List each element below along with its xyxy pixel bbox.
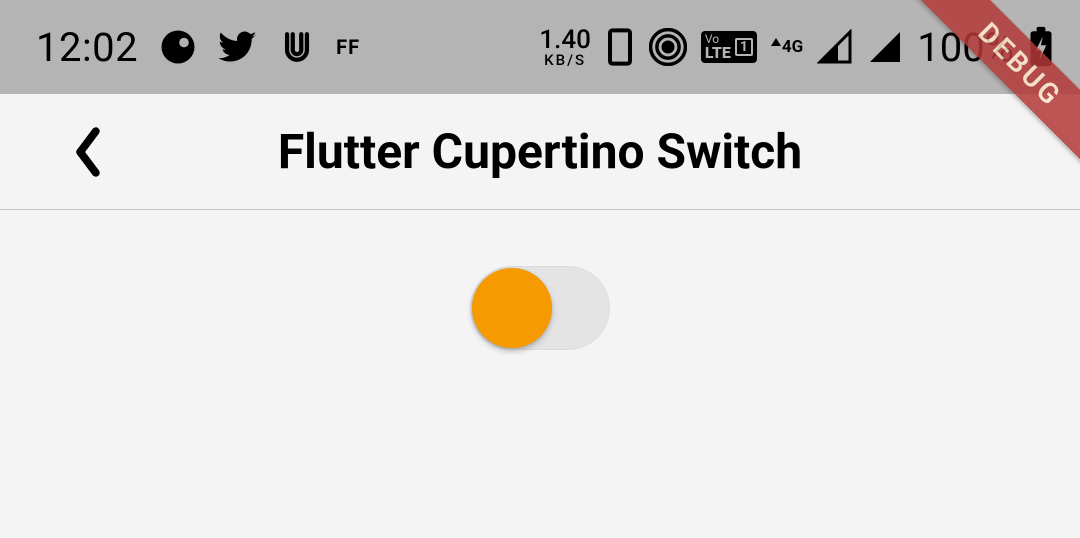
page-title: Flutter Cupertino Switch xyxy=(0,123,1080,180)
back-button[interactable] xyxy=(60,124,116,180)
volte-badge: Vo LTE 1 xyxy=(701,31,757,63)
signal-sim1-icon xyxy=(817,29,853,65)
cupertino-switch[interactable] xyxy=(470,266,610,350)
switch-thumb xyxy=(472,268,552,348)
ff-icon: FF xyxy=(336,35,360,59)
twitter-icon xyxy=(218,27,258,67)
nav-bar: Flutter Cupertino Switch xyxy=(0,94,1080,210)
hotspot-icon xyxy=(649,28,687,66)
chevron-left-icon xyxy=(71,126,105,178)
u-app-icon xyxy=(280,30,314,64)
circle-app-icon xyxy=(160,29,196,65)
network-speed: 1.40 KB/S xyxy=(539,27,591,68)
clock-time: 12:02 xyxy=(36,24,138,71)
content-area xyxy=(0,210,1080,538)
network-type-4g: 4G xyxy=(771,37,803,57)
signal-sim2-icon xyxy=(867,29,903,65)
status-bar: 12:02 FF 1.40 KB/S Vo LTE 1 xyxy=(0,0,1080,94)
phone-portrait-icon xyxy=(605,27,635,67)
